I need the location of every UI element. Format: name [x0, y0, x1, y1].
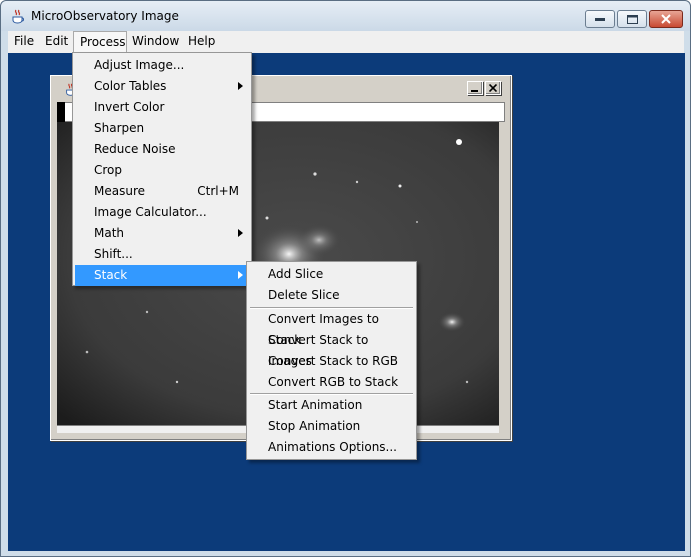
minimize-icon — [471, 90, 478, 92]
maximize-button[interactable] — [617, 10, 647, 28]
menu-item-reduce-noise[interactable]: Reduce Noise — [75, 139, 249, 160]
close-button[interactable] — [649, 10, 683, 28]
menu-edit[interactable]: Edit — [39, 31, 74, 53]
java-cup-icon — [10, 9, 26, 25]
menu-item-start-animation[interactable]: Start Animation — [249, 395, 414, 416]
menu-help[interactable]: Help — [182, 31, 221, 53]
menu-item-color-tables[interactable]: Color Tables — [75, 76, 249, 97]
menu-item-math[interactable]: Math — [75, 223, 249, 244]
process-menu: Adjust Image... Color Tables Invert Colo… — [72, 52, 252, 286]
menu-item-crop[interactable]: Crop — [75, 160, 249, 181]
image-minimize-button[interactable] — [467, 81, 483, 95]
title-bar[interactable]: MicroObservatory Image — [1, 1, 690, 31]
menu-process[interactable]: Process — [73, 31, 127, 53]
menu-item-delete-slice[interactable]: Delete Slice — [249, 285, 414, 306]
menu-window[interactable]: Window — [126, 31, 185, 53]
menu-item-convert-images-to-stack[interactable]: Convert Images to Stack — [249, 309, 414, 347]
image-close-button[interactable] — [485, 81, 501, 95]
menu-bar: File Edit Process Window Help — [8, 31, 684, 53]
shortcut-label: Ctrl+M — [197, 184, 239, 198]
menu-file[interactable]: File — [8, 31, 40, 53]
menu-item-image-calculator[interactable]: Image Calculator... — [75, 202, 249, 223]
close-icon — [489, 84, 497, 92]
close-icon — [661, 14, 671, 24]
menu-item-stack[interactable]: Stack — [75, 265, 249, 286]
menu-item-adjust-image[interactable]: Adjust Image... — [75, 55, 249, 76]
menu-item-add-slice[interactable]: Add Slice — [249, 264, 414, 285]
minimize-icon — [595, 18, 605, 21]
window-title: MicroObservatory Image — [31, 9, 179, 23]
menu-item-animations-options[interactable]: Animations Options... — [249, 437, 414, 458]
menu-item-convert-rgb-to-stack[interactable]: Convert RGB to Stack — [249, 372, 414, 393]
menu-item-shift[interactable]: Shift... — [75, 244, 249, 265]
menu-item-measure[interactable]: Measure Ctrl+M — [75, 181, 249, 202]
menu-item-stop-animation[interactable]: Stop Animation — [249, 416, 414, 437]
menu-item-convert-stack-to-rgb[interactable]: Convert Stack to RGB — [249, 351, 414, 372]
submenu-arrow-icon — [238, 82, 243, 90]
submenu-arrow-icon — [238, 271, 243, 279]
menu-item-convert-stack-to-images[interactable]: Convert Stack to Images — [249, 330, 414, 368]
slice-indicator — [57, 102, 65, 122]
submenu-arrow-icon — [238, 229, 243, 237]
minimize-button[interactable] — [585, 10, 615, 28]
menu-item-sharpen[interactable]: Sharpen — [75, 118, 249, 139]
maximize-icon — [626, 14, 638, 24]
menu-item-invert-color[interactable]: Invert Color — [75, 97, 249, 118]
stack-submenu: Add Slice Delete Slice Convert Images to… — [246, 261, 417, 460]
